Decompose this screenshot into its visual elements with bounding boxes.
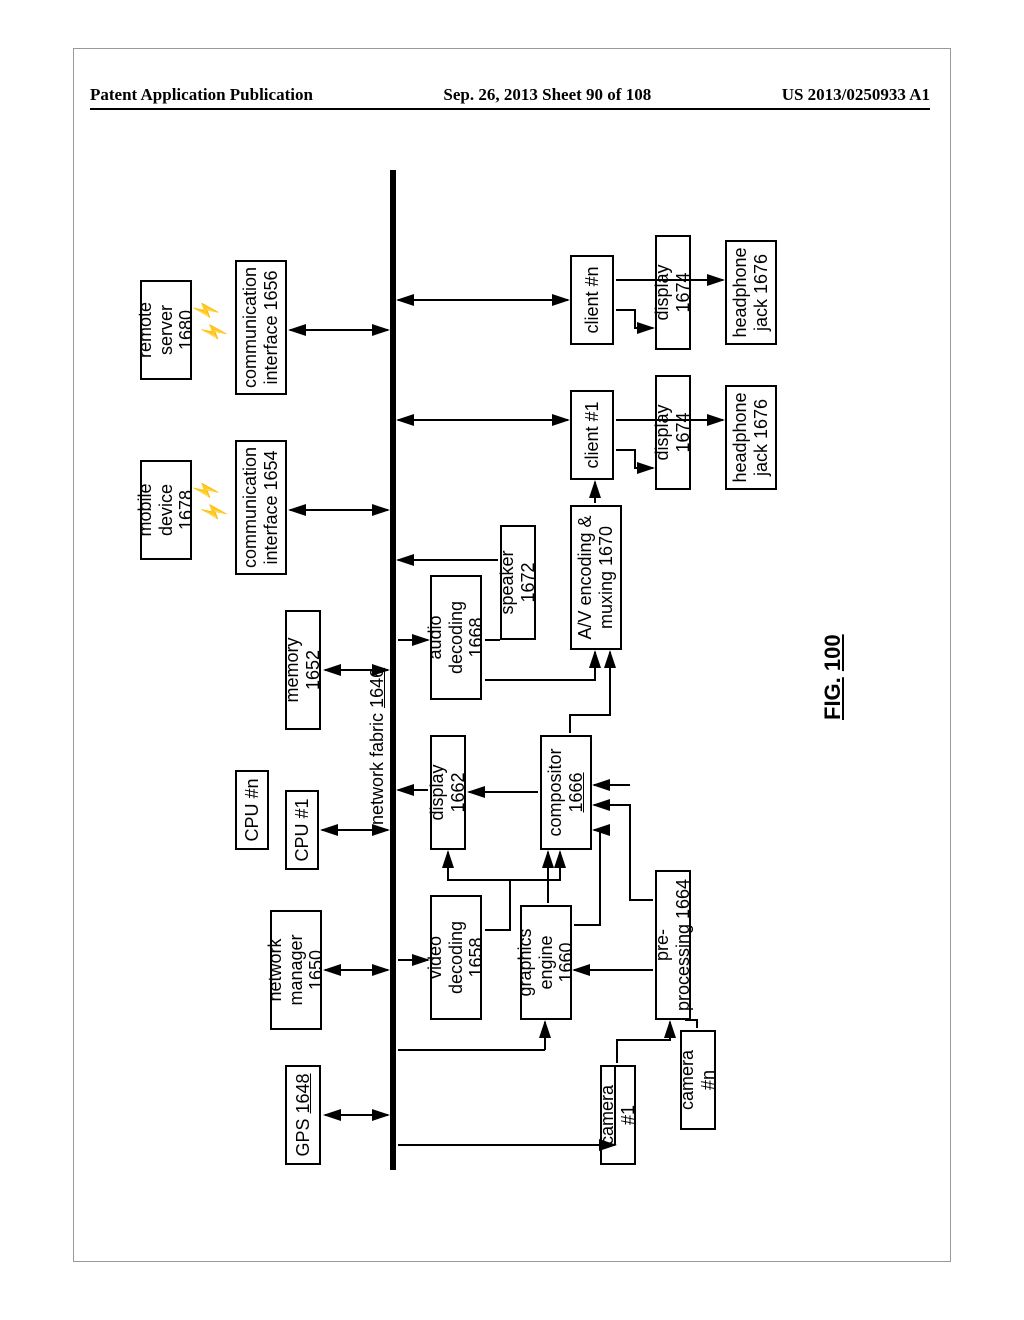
header-center: Sep. 26, 2013 Sheet 90 of 108 <box>443 85 651 105</box>
header-left: Patent Application Publication <box>90 85 313 105</box>
connector-arrows <box>130 160 870 1180</box>
page-header: Patent Application Publication Sep. 26, … <box>90 85 930 105</box>
header-right: US 2013/0250933 A1 <box>782 85 930 105</box>
header-rule <box>90 108 930 110</box>
diagram-container: network fabric 1646 mobiledevice 1678 re… <box>0 300 1010 1040</box>
